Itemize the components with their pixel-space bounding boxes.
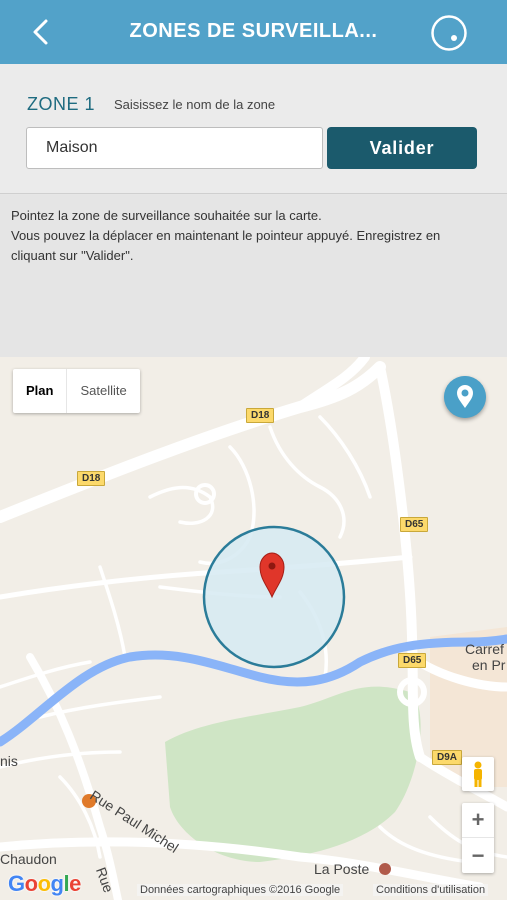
- map-canvas[interactable]: [0, 357, 507, 900]
- zoom-in-button[interactable]: +: [462, 803, 494, 838]
- park-area: [165, 686, 421, 862]
- zone-hint: Saisissez le nom de la zone: [114, 97, 276, 112]
- map-label: nis: [0, 753, 18, 769]
- map-type-control: Plan Satellite: [13, 369, 140, 413]
- road-badge-d65: D65: [400, 517, 429, 532]
- road-badge-d18: D18: [246, 408, 275, 423]
- street-view-pegman-icon[interactable]: [462, 757, 494, 791]
- google-logo: Google: [8, 871, 81, 896]
- page-title: ZONES DE SURVEILLA...: [129, 20, 378, 42]
- terms-link[interactable]: Conditions d'utilisation: [373, 884, 489, 896]
- surveillance-zone: [202, 525, 346, 669]
- zone-label: ZONE 1: [27, 94, 96, 114]
- road-badge-d18: D18: [77, 471, 106, 486]
- instructions-text: Pointez la zone de surveillance souhaité…: [11, 206, 481, 266]
- road-badge-d9a: D9A: [432, 750, 463, 765]
- map-attribution: Données cartographiques ©2016 Google: [137, 884, 344, 896]
- map-type-satellite[interactable]: Satellite: [67, 369, 139, 413]
- map-label-poi: en Pr: [472, 657, 506, 673]
- instructions-line-1: Pointez la zone de surveillance souhaité…: [11, 208, 322, 223]
- target-icon[interactable]: [430, 14, 468, 52]
- post-office-icon: [379, 863, 391, 875]
- zone-form: ZONE 1 Saisissez le nom de la zone Valid…: [0, 64, 507, 194]
- map-label-place: Chaudon: [0, 851, 57, 867]
- map-marker-icon[interactable]: [444, 376, 486, 418]
- zoom-control: + −: [462, 803, 494, 873]
- app-header: ZONES DE SURVEILLA...: [0, 0, 507, 64]
- map-view[interactable]: Plan Satellite D18 D18 D65 D65 D9A nis R…: [0, 357, 507, 900]
- zone-name-input[interactable]: [26, 127, 323, 169]
- instructions-panel: Pointez la zone de surveillance souhaité…: [0, 195, 507, 357]
- map-type-plan[interactable]: Plan: [13, 369, 68, 413]
- chevron-left-icon[interactable]: [28, 18, 54, 46]
- road-badge-d65: D65: [398, 653, 427, 668]
- zoom-out-button[interactable]: −: [462, 838, 494, 873]
- map-label-poi: Carref: [465, 641, 504, 657]
- validate-button[interactable]: Valider: [327, 127, 477, 169]
- map-label-poi: La Poste: [314, 861, 370, 877]
- instructions-line-2: Vous pouvez la déplacer en maintenant le…: [11, 228, 441, 263]
